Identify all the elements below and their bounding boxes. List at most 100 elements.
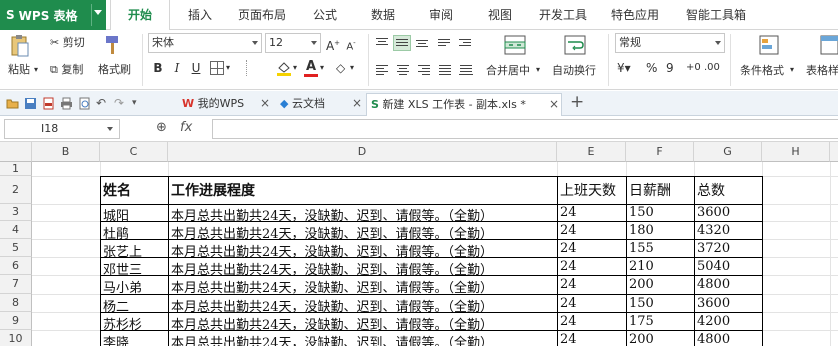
table-cell[interactable]: 150 <box>627 205 693 220</box>
currency-icon[interactable]: ¥▾ <box>617 61 631 75</box>
wrap-text-icon[interactable] <box>564 34 586 56</box>
table-cell[interactable]: 24 <box>558 314 625 329</box>
format-painter-icon[interactable] <box>104 34 122 56</box>
justify-icon[interactable] <box>437 63 453 77</box>
borders-icon[interactable] <box>210 61 224 75</box>
close-icon[interactable]: × <box>352 93 362 114</box>
merge-center-dropdown-icon[interactable]: ▾ <box>536 65 540 74</box>
close-icon[interactable]: × <box>549 94 559 115</box>
save-icon[interactable] <box>24 97 37 110</box>
tab-smart-toolbox[interactable]: 智能工具箱 <box>672 0 760 30</box>
print-icon[interactable] <box>60 97 73 110</box>
table-cell[interactable]: 24 <box>558 205 625 220</box>
paste-dropdown-icon[interactable]: ▾ <box>34 65 38 74</box>
thousands-separator-button[interactable]: 9 <box>666 61 674 75</box>
table-style-button[interactable]: 表格样 <box>806 62 838 78</box>
table-header-daily-pay[interactable]: 日薪酬 <box>627 180 693 200</box>
italic-button[interactable]: I <box>169 60 185 76</box>
table-cell[interactable]: 本月总共出勤共24天，没缺勤、迟到、请假等。（全勤） <box>169 314 556 333</box>
table-cell[interactable]: 张艺上 <box>101 241 167 260</box>
column-header-c[interactable]: C <box>100 142 168 162</box>
quick-access-dropdown-icon[interactable]: ▾ <box>132 97 145 110</box>
tab-page-layout[interactable]: 页面布局 <box>232 0 292 30</box>
table-cell[interactable]: 24 <box>558 259 625 274</box>
column-header-i[interactable] <box>830 142 838 162</box>
table-header-total[interactable]: 总数 <box>695 180 761 200</box>
doc-tab-cloud-docs[interactable]: ◆ 云文档 × <box>276 93 364 116</box>
align-center-icon[interactable] <box>395 63 411 77</box>
table-cell[interactable]: 150 <box>627 296 693 311</box>
redo-icon[interactable]: ↷ <box>114 97 127 110</box>
font-color-icon[interactable]: A <box>304 59 318 77</box>
table-cell[interactable]: 本月总共出勤共24天，没缺勤、迟到、请假等。（全勤） <box>169 205 556 224</box>
formula-input[interactable] <box>212 119 838 139</box>
row-header-6[interactable]: 6 <box>0 257 32 275</box>
align-bottom-icon[interactable] <box>414 36 430 50</box>
align-middle-icon[interactable] <box>393 35 411 51</box>
distributed-align-icon[interactable] <box>458 63 474 77</box>
column-header-g[interactable]: G <box>694 142 762 162</box>
row-header-8[interactable]: 8 <box>0 294 32 312</box>
row-header-9[interactable]: 9 <box>0 312 32 330</box>
row-header-4[interactable]: 4 <box>0 221 32 239</box>
column-header-f[interactable]: F <box>626 142 694 162</box>
insert-function-button[interactable]: fx <box>180 120 192 135</box>
decrease-decimal-icon[interactable]: .00 <box>704 62 720 73</box>
percent-button[interactable]: % <box>646 61 657 75</box>
app-menu-button[interactable]: S WPS 表格 <box>0 0 106 30</box>
table-cell[interactable]: 155 <box>627 241 693 256</box>
table-cell[interactable]: 本月总共出勤共24天，没缺勤、迟到、请假等。（全勤） <box>169 277 556 296</box>
table-cell[interactable]: 本月总共出勤共24天，没缺勤、迟到、请假等。（全勤） <box>169 259 556 278</box>
table-cell[interactable]: 24 <box>558 332 625 346</box>
table-cell[interactable]: 4200 <box>695 314 761 329</box>
table-cell[interactable]: 4800 <box>695 332 761 346</box>
tab-formulas[interactable]: 公式 <box>305 0 345 30</box>
table-cell[interactable]: 本月总共出勤共24天，没缺勤、迟到、请假等。（全勤） <box>169 223 556 242</box>
table-cell[interactable]: 李晓 <box>101 332 167 346</box>
table-cell[interactable]: 马小弟 <box>101 277 167 296</box>
conditional-format-dropdown-icon[interactable]: ▾ <box>790 65 794 74</box>
table-cell[interactable]: 3720 <box>695 241 761 256</box>
table-cell[interactable]: 200 <box>627 332 693 346</box>
tab-data[interactable]: 数据 <box>363 0 403 30</box>
table-cell[interactable]: 200 <box>627 277 693 292</box>
font-color-dropdown-icon[interactable]: ▾ <box>320 63 324 72</box>
table-cell[interactable]: 24 <box>558 296 625 311</box>
clear-format-icon[interactable]: ◇ <box>336 61 345 75</box>
number-format-select[interactable]: 常规 <box>615 33 725 53</box>
table-cell[interactable]: 24 <box>558 277 625 292</box>
table-cell[interactable]: 杨二 <box>101 296 167 315</box>
tab-special[interactable]: 特色应用 <box>604 0 666 30</box>
underline-button[interactable]: U <box>188 60 204 76</box>
table-cell[interactable]: 4320 <box>695 223 761 238</box>
table-cell[interactable]: 24 <box>558 241 625 256</box>
row-header-2[interactable]: 2 <box>0 176 32 204</box>
row-header-10[interactable]: 10 <box>0 330 32 346</box>
table-cell[interactable]: 本月总共出勤共24天，没缺勤、迟到、请假等。（全勤） <box>169 241 556 260</box>
table-cell[interactable]: 3600 <box>695 205 761 220</box>
copy-button[interactable]: ⧉ 复制 <box>50 61 83 77</box>
zoom-search-icon[interactable]: ⊕ <box>156 120 167 135</box>
font-size-select[interactable]: 12 <box>265 33 321 53</box>
font-name-select[interactable]: 宋体 <box>148 33 262 53</box>
tab-developer[interactable]: 开发工具 <box>532 0 594 30</box>
table-cell[interactable]: 4800 <box>695 277 761 292</box>
align-top-icon[interactable] <box>374 36 390 50</box>
shrink-font-button[interactable]: A- <box>343 35 359 52</box>
new-tab-plus-icon[interactable]: + <box>570 92 584 112</box>
table-cell[interactable]: 180 <box>627 223 693 238</box>
table-cell[interactable]: 苏杉杉 <box>101 314 167 333</box>
column-header-h[interactable]: H <box>762 142 830 162</box>
tab-home[interactable]: 开始 <box>110 0 170 31</box>
table-header-name[interactable]: 姓名 <box>101 180 167 200</box>
table-cell[interactable]: 城阳 <box>101 205 167 224</box>
increase-decimal-icon[interactable]: +0 <box>686 62 701 73</box>
column-header-b[interactable]: B <box>32 142 100 162</box>
align-right-icon[interactable] <box>416 63 432 77</box>
table-cell[interactable]: 175 <box>627 314 693 329</box>
tab-insert[interactable]: 插入 <box>180 0 220 30</box>
table-cell[interactable]: 邓世三 <box>101 259 167 278</box>
paste-button[interactable]: 粘贴 <box>8 61 30 77</box>
name-box[interactable]: I18 <box>4 119 120 139</box>
row-header-7[interactable]: 7 <box>0 275 32 294</box>
